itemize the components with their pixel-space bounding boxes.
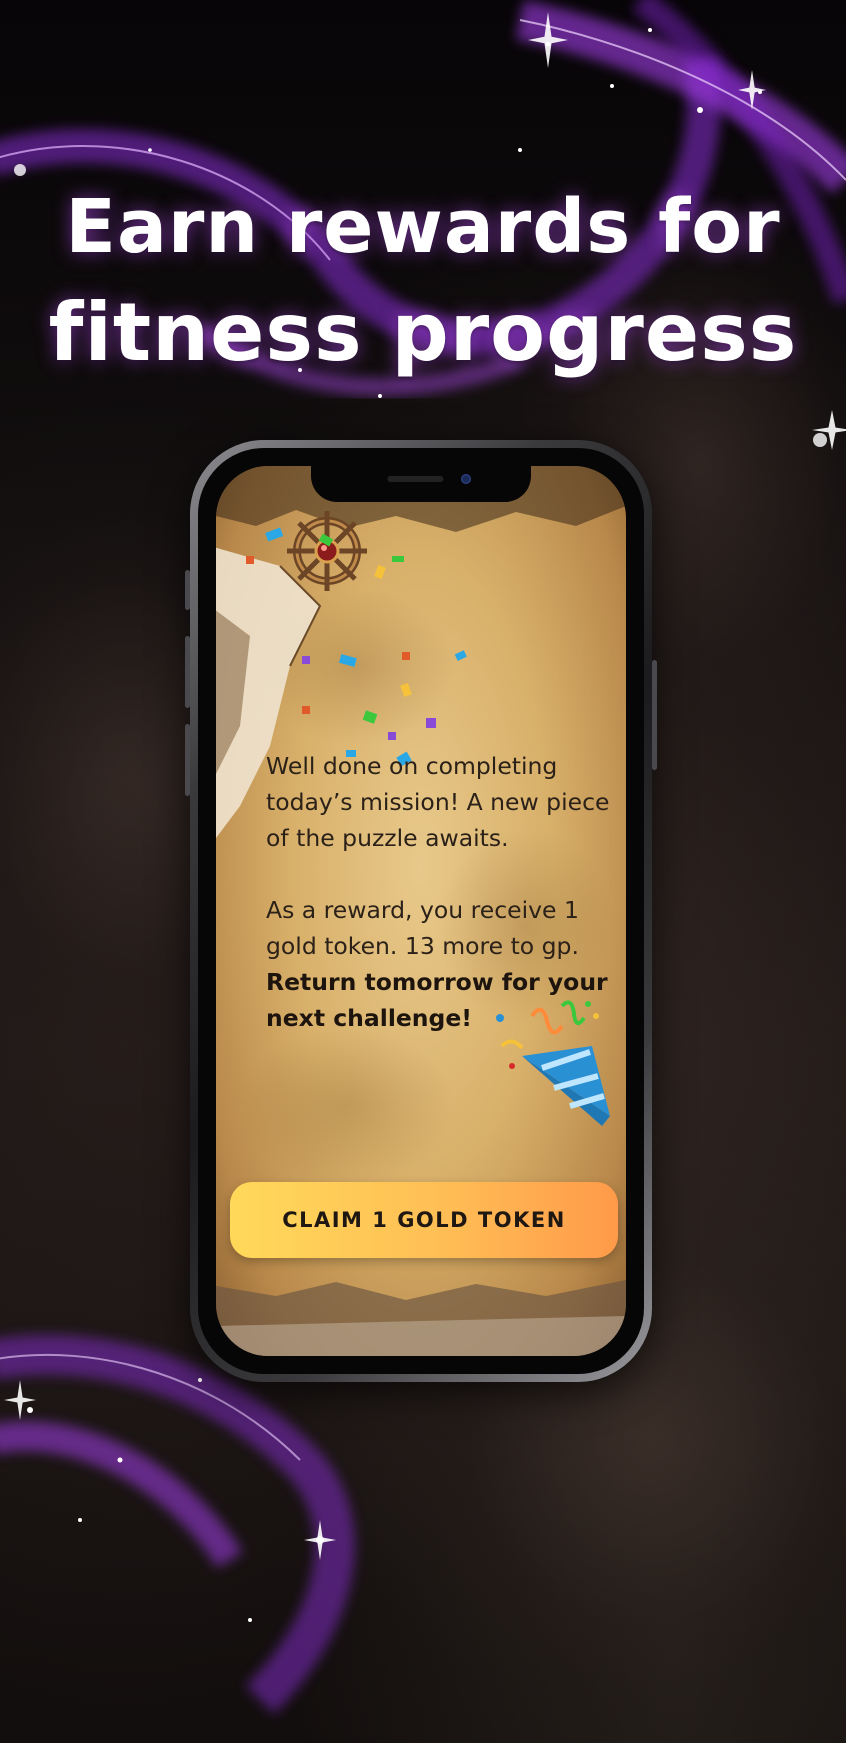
- phone-notch: [311, 466, 531, 502]
- phone-volume-up: [185, 636, 190, 708]
- phone-volume-down: [185, 724, 190, 796]
- speaker-grille: [387, 476, 444, 482]
- reward-message: Well done on completing today’s mission!…: [266, 748, 616, 1036]
- message-line: today’s mission! A new piece: [266, 788, 610, 816]
- phone-side-button: [185, 570, 190, 610]
- message-bold-line: Return tomorrow for your: [266, 968, 608, 996]
- camera-icon: [461, 474, 471, 484]
- phone-power-button: [652, 660, 657, 770]
- message-line: of the puzzle awaits.: [266, 824, 509, 852]
- phone-mockup: Well done on completing today’s mission!…: [185, 440, 657, 1382]
- message-line: gold token. 13 more to gp.: [266, 932, 579, 960]
- claim-gold-token-button[interactable]: CLAIM 1 GOLD TOKEN: [230, 1182, 618, 1258]
- message-line: Well done on completing: [266, 752, 558, 780]
- reward-screen: Well done on completing today’s mission!…: [216, 466, 626, 1356]
- purple-swirl-decoration-bottom: [0, 1334, 355, 1715]
- torn-edge-bottom: [216, 1280, 626, 1356]
- promo-screen: Earn rewards for fitness progress Well d…: [0, 0, 846, 1743]
- confetti-icon: [246, 527, 467, 766]
- headline-line-2: fitness progress: [48, 286, 798, 379]
- message-bold-line: next challenge!: [266, 1004, 473, 1032]
- headline-line-1: Earn rewards for: [65, 184, 781, 270]
- party-popper-icon: [496, 1000, 610, 1126]
- message-line: As a reward, you receive 1: [266, 896, 579, 924]
